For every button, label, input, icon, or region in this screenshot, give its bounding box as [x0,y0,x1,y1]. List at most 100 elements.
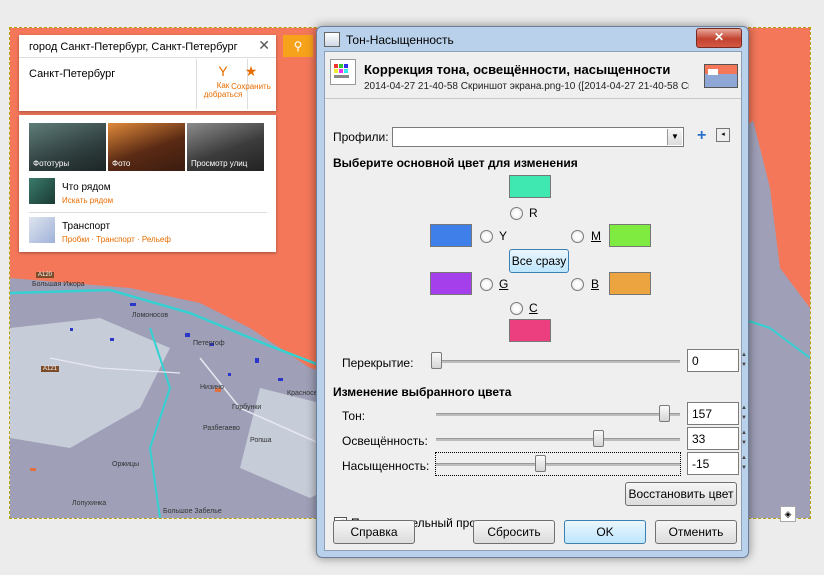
radio-y[interactable] [480,230,493,243]
photos-tile[interactable]: Фото [108,123,185,171]
help-button[interactable]: Справка [333,520,415,544]
map-label: Лопухинка [72,500,107,507]
swatch-r [509,175,551,198]
nearby-thumbnail [29,178,55,204]
overlap-slider[interactable] [431,350,680,372]
result-title: Санкт-Петербург [29,68,116,80]
map-label: Красносе [287,390,318,397]
radio-m[interactable] [571,230,584,243]
chevron-down-icon[interactable]: ▼ [667,129,682,145]
spin-arrows-icon[interactable]: ▲ ▼ [740,428,748,449]
slider-track [436,438,680,441]
reset-button[interactable]: Сбросить [473,520,555,544]
road-sign: A121 [41,366,60,372]
swatch-y [430,224,472,247]
divider [196,59,197,109]
cancel-button[interactable]: Отменить [655,520,737,544]
image-name: 2014-04-27 21-40-58 Скриншот экрана.png-… [364,81,689,92]
profiles-label: Профили: [333,130,389,144]
slider-thumb[interactable] [431,352,442,369]
map-label: Ропша [250,437,272,444]
nearby-item[interactable]: Что рядом Искать рядом [29,178,269,214]
title-bar[interactable]: Тон-Насыщенность ✕ [317,27,748,51]
slider-track [436,360,680,363]
saturation-label: Насыщенность: [342,459,430,473]
ok-button[interactable]: OK [564,520,646,544]
close-button[interactable]: ✕ [696,28,742,48]
search-input[interactable] [27,38,256,56]
hue-spinbox[interactable]: 157 ▲ ▼ [687,402,747,425]
label-b: B [591,277,600,291]
slider-thumb[interactable] [659,405,671,422]
hue-saturation-dialog: Тон-Насыщенность ✕ Коррекция тона, освещ… [316,26,749,558]
saturation-slider[interactable] [435,452,681,476]
search-go-button[interactable]: ⚲ [283,35,313,57]
saturation-spinbox[interactable]: -15 ▲ ▼ [687,452,747,475]
radio-g[interactable] [480,278,493,291]
swatch-b [609,272,651,295]
nearby-link[interactable]: Искать рядом [62,196,113,205]
profiles-combobox[interactable]: ▼ [392,127,684,147]
search-box: ✕ [19,35,276,58]
dialog-content: Коррекция тона, освещённости, насыщеннос… [324,51,747,551]
label-m: M [591,229,601,243]
spin-arrows-icon[interactable]: ▲ ▼ [740,403,748,424]
transport-title: Транспорт [62,221,111,232]
swatch-g [430,272,472,295]
spin-arrows-icon[interactable]: ▲ ▼ [740,453,748,474]
transport-thumbnail [29,217,55,243]
add-profile-icon[interactable]: + [697,127,706,145]
lightness-value: 33 [692,432,706,446]
save-place-button[interactable]: ★ Сохранить [226,63,276,91]
label-g: G [499,277,509,291]
lightness-spinbox[interactable]: 33 ▲ ▼ [687,427,747,450]
slider-track [436,413,680,416]
change-color-heading: Изменение выбранного цвета [333,385,512,399]
hue-value: 157 [692,407,713,421]
dialog-heading: Коррекция тона, освещённости, насыщеннос… [364,62,671,77]
navigate-icon[interactable]: ◈ [780,506,796,522]
label-c: C [529,301,538,315]
divider [29,212,267,213]
all-colors-button[interactable]: Все сразу [509,249,569,273]
street-view-tile[interactable]: Просмотр улиц [187,123,264,171]
search-panel: ✕ Санкт-Петербург Y Как добраться ★ Сохр… [19,35,276,111]
swatch-c [509,319,551,342]
map-label: Петергоф [193,340,225,347]
star-icon: ★ [244,63,258,79]
lightness-label: Освещённость: [342,434,428,448]
overlap-label: Перекрытие: [342,356,414,370]
route-label-2: добраться [203,90,243,99]
photo-tours-tile[interactable]: Фототуры [29,123,106,171]
photo-label: Фототуры [33,159,70,168]
map-label: Низино [200,384,224,391]
map-label: Большая Ижора [32,281,85,288]
transport-links[interactable]: Пробки · Транспорт · Рельеф [62,235,171,244]
radio-c[interactable] [510,302,523,315]
hue-slider[interactable] [436,403,680,425]
hue-label: Тон: [342,409,366,423]
save-label: Сохранить [231,82,271,91]
profile-menu-icon[interactable]: ◂ [716,128,730,142]
hue-saturation-icon [330,59,356,85]
select-color-heading: Выберите основной цвет для изменения [333,156,578,170]
label-y: Y [499,229,508,243]
slider-thumb[interactable] [534,455,546,472]
label-r: R [529,206,538,220]
clear-search-icon[interactable]: ✕ [258,37,270,54]
map-label: Большое Забелье [163,508,222,515]
map-label: Разбегаево [203,425,240,432]
road-sign: A120 [36,272,55,278]
photo-label: Просмотр улиц [191,159,248,168]
reset-color-button[interactable]: Восстановить цвет [625,482,737,506]
radio-b[interactable] [571,278,584,291]
info-panel: Фототуры Фото Просмотр улиц Что рядом Ис… [19,115,276,252]
divider [325,98,741,99]
lightness-slider[interactable] [436,428,680,450]
radio-r[interactable] [510,207,523,220]
slider-thumb[interactable] [593,430,605,447]
overlap-spinbox[interactable]: 0 ▲ ▼ [687,349,747,372]
spin-arrows-icon[interactable]: ▲ ▼ [740,350,748,371]
transport-item[interactable]: Транспорт Пробки · Транспорт · Рельеф [29,217,269,253]
saturation-value: -15 [692,457,710,471]
